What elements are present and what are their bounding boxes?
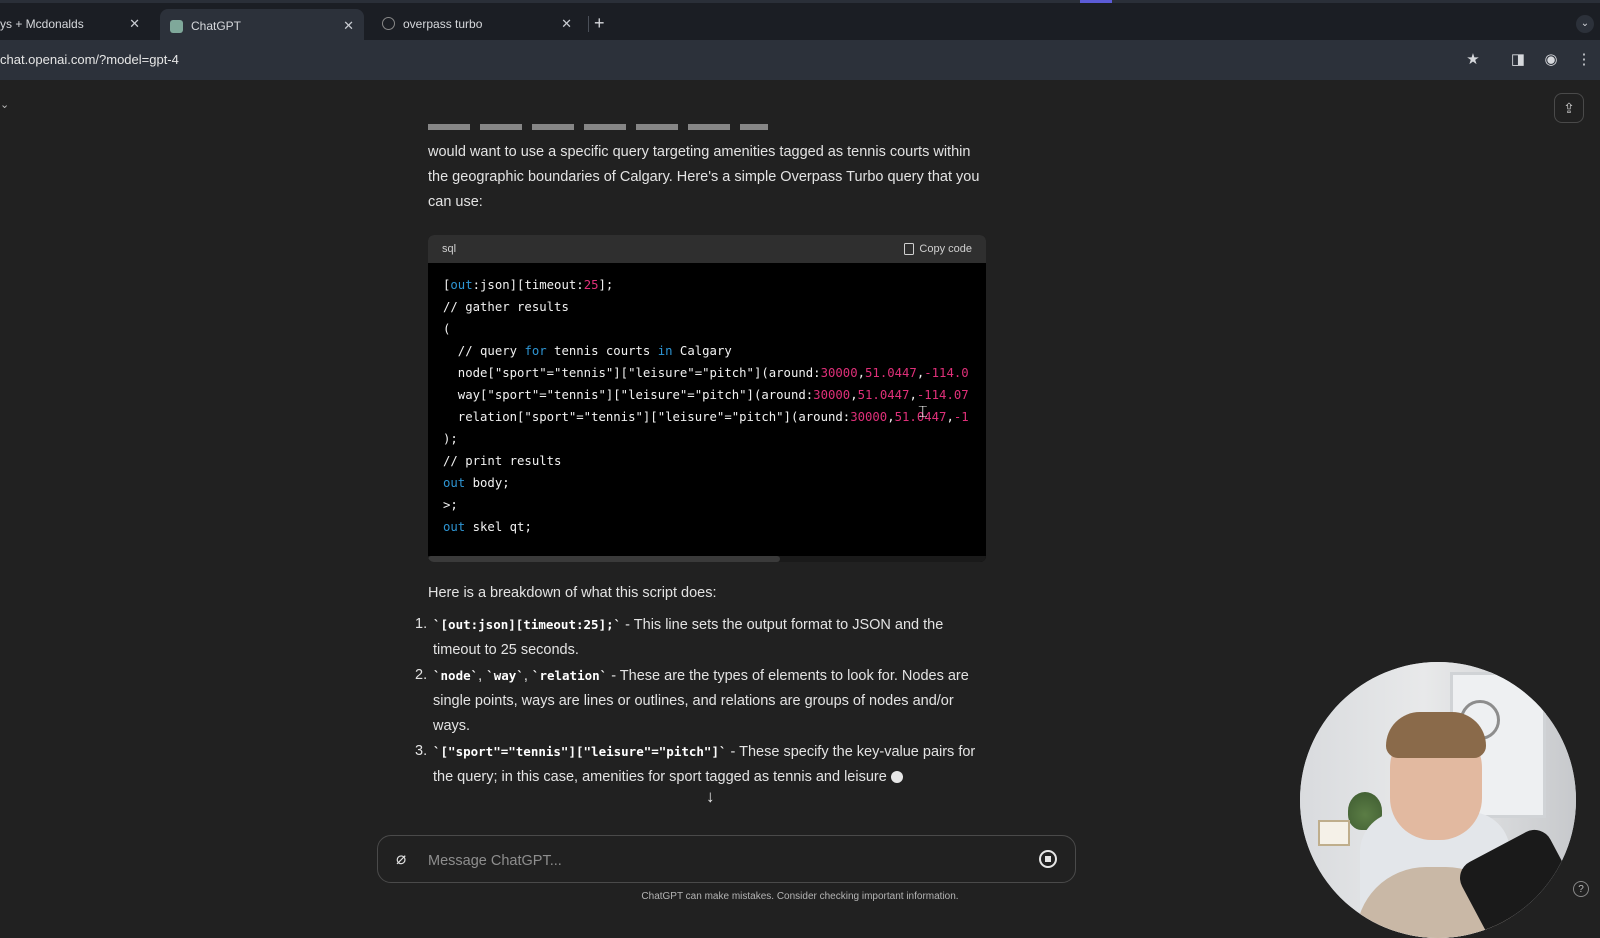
tab-title: overpass turbo	[403, 16, 483, 31]
code-block-header: sql Copy code	[428, 235, 986, 263]
code-line: // print results	[443, 454, 562, 468]
help-button[interactable]: ?	[1573, 881, 1589, 897]
clipped-previous-line	[428, 124, 768, 130]
browser-menu-kebab-icon[interactable]: ⋮	[1574, 50, 1594, 70]
share-button[interactable]: ⇪	[1554, 93, 1584, 123]
code-line: >;	[443, 498, 458, 512]
webcam-person-hair	[1386, 712, 1486, 758]
list-item: 1. `[out:json][timeout:25];` - This line…	[415, 616, 944, 658]
assistant-intro-text: would want to use a specific query targe…	[428, 144, 980, 210]
message-composer: ⌀	[377, 835, 1076, 883]
code-line: // query for tennis courts in Calgary	[443, 344, 732, 358]
close-icon[interactable]: ✕	[343, 18, 354, 34]
copy-code-button[interactable]: Copy code	[904, 243, 972, 255]
message-input[interactable]	[426, 848, 1010, 874]
inline-code: `way`	[486, 668, 524, 683]
code-block: sql Copy code [out:json][timeout:25]; // …	[428, 235, 986, 562]
inline-code: `node`	[433, 668, 479, 683]
list-item: 3. `["sport"="tennis"]["leisure"="pitch"…	[415, 743, 976, 785]
tab-separator	[588, 16, 589, 32]
code-line: way["sport"="tennis"]["leisure"="pitch"]…	[443, 388, 969, 402]
tab-mcdonalds[interactable]: ys + Mcdonalds ✕	[0, 9, 150, 38]
chatgpt-favicon-icon	[170, 19, 183, 33]
code-line: relation["sport"="tennis"]["leisure"="pi…	[443, 410, 969, 424]
browser-toolbar: chat.openai.com/?model=gpt-4 ★ ◨ ◉ ⋮	[0, 40, 1600, 80]
stop-generating-button[interactable]	[1039, 850, 1057, 868]
code-content[interactable]: [out:json][timeout:25]; // gather results…	[443, 274, 969, 538]
inline-code: `["sport"="tennis"]["leisure"="pitch"]`	[433, 744, 727, 759]
profile-avatar-icon[interactable]: ◉	[1541, 50, 1561, 70]
breakdown-list: 1. `[out:json][timeout:25];` - This line…	[415, 612, 990, 790]
tab-overpass-turbo[interactable]: overpass turbo ✕	[372, 9, 582, 38]
attach-paperclip-icon[interactable]: ⌀	[396, 849, 406, 869]
breakdown-intro-text: Here is a breakdown of what this script …	[428, 585, 717, 601]
tab-search-chevron-icon[interactable]: ⌄	[1576, 15, 1594, 33]
list-item: 2. `node`, `way`, `relation` - These are…	[415, 667, 969, 734]
code-line: out body;	[443, 476, 510, 490]
overpass-favicon-icon	[382, 17, 395, 30]
bookmark-star-icon[interactable]: ★	[1463, 50, 1483, 70]
code-line: // gather results	[443, 300, 569, 314]
code-horizontal-scrollbar[interactable]	[428, 556, 986, 562]
browser-tab-strip: ys + Mcdonalds ✕ ChatGPT ✕ overpass turb…	[0, 0, 1600, 43]
address-bar[interactable]: chat.openai.com/?model=gpt-4	[0, 52, 179, 67]
close-icon[interactable]: ✕	[129, 16, 140, 32]
inline-code: `relation`	[531, 668, 608, 683]
tab-chatgpt[interactable]: ChatGPT ✕	[160, 9, 364, 43]
code-line: [out:json][timeout:25];	[443, 278, 614, 292]
streaming-cursor-dot	[890, 771, 903, 784]
tab-title: ys + Mcdonalds	[0, 16, 84, 31]
scroll-to-bottom-arrow-icon[interactable]: ↓	[706, 787, 715, 807]
scrollbar-thumb[interactable]	[428, 556, 780, 562]
code-line: (	[443, 322, 451, 336]
copy-code-label: Copy code	[919, 243, 972, 255]
code-language-label: sql	[442, 243, 457, 255]
code-line: out skel qt;	[443, 520, 532, 534]
loading-indicator	[1080, 0, 1112, 3]
webcam-overlay	[1300, 662, 1576, 938]
side-panel-icon[interactable]: ◨	[1508, 50, 1528, 70]
share-icon: ⇪	[1563, 100, 1575, 116]
model-selector-chevron-icon[interactable]: ⌄	[0, 98, 9, 111]
new-tab-plus-icon[interactable]: +	[594, 13, 605, 34]
clipboard-icon	[904, 243, 915, 255]
webcam-picture-frame	[1318, 820, 1350, 846]
code-line: );	[443, 432, 458, 446]
inline-code: `[out:json][timeout:25];`	[433, 617, 622, 632]
text-cursor-icon: ⌶	[918, 404, 928, 421]
tab-title: ChatGPT	[191, 19, 242, 33]
stop-icon	[1045, 856, 1051, 862]
close-icon[interactable]: ✕	[561, 16, 572, 32]
code-line: node["sport"="tennis"]["leisure"="pitch"…	[443, 366, 969, 380]
